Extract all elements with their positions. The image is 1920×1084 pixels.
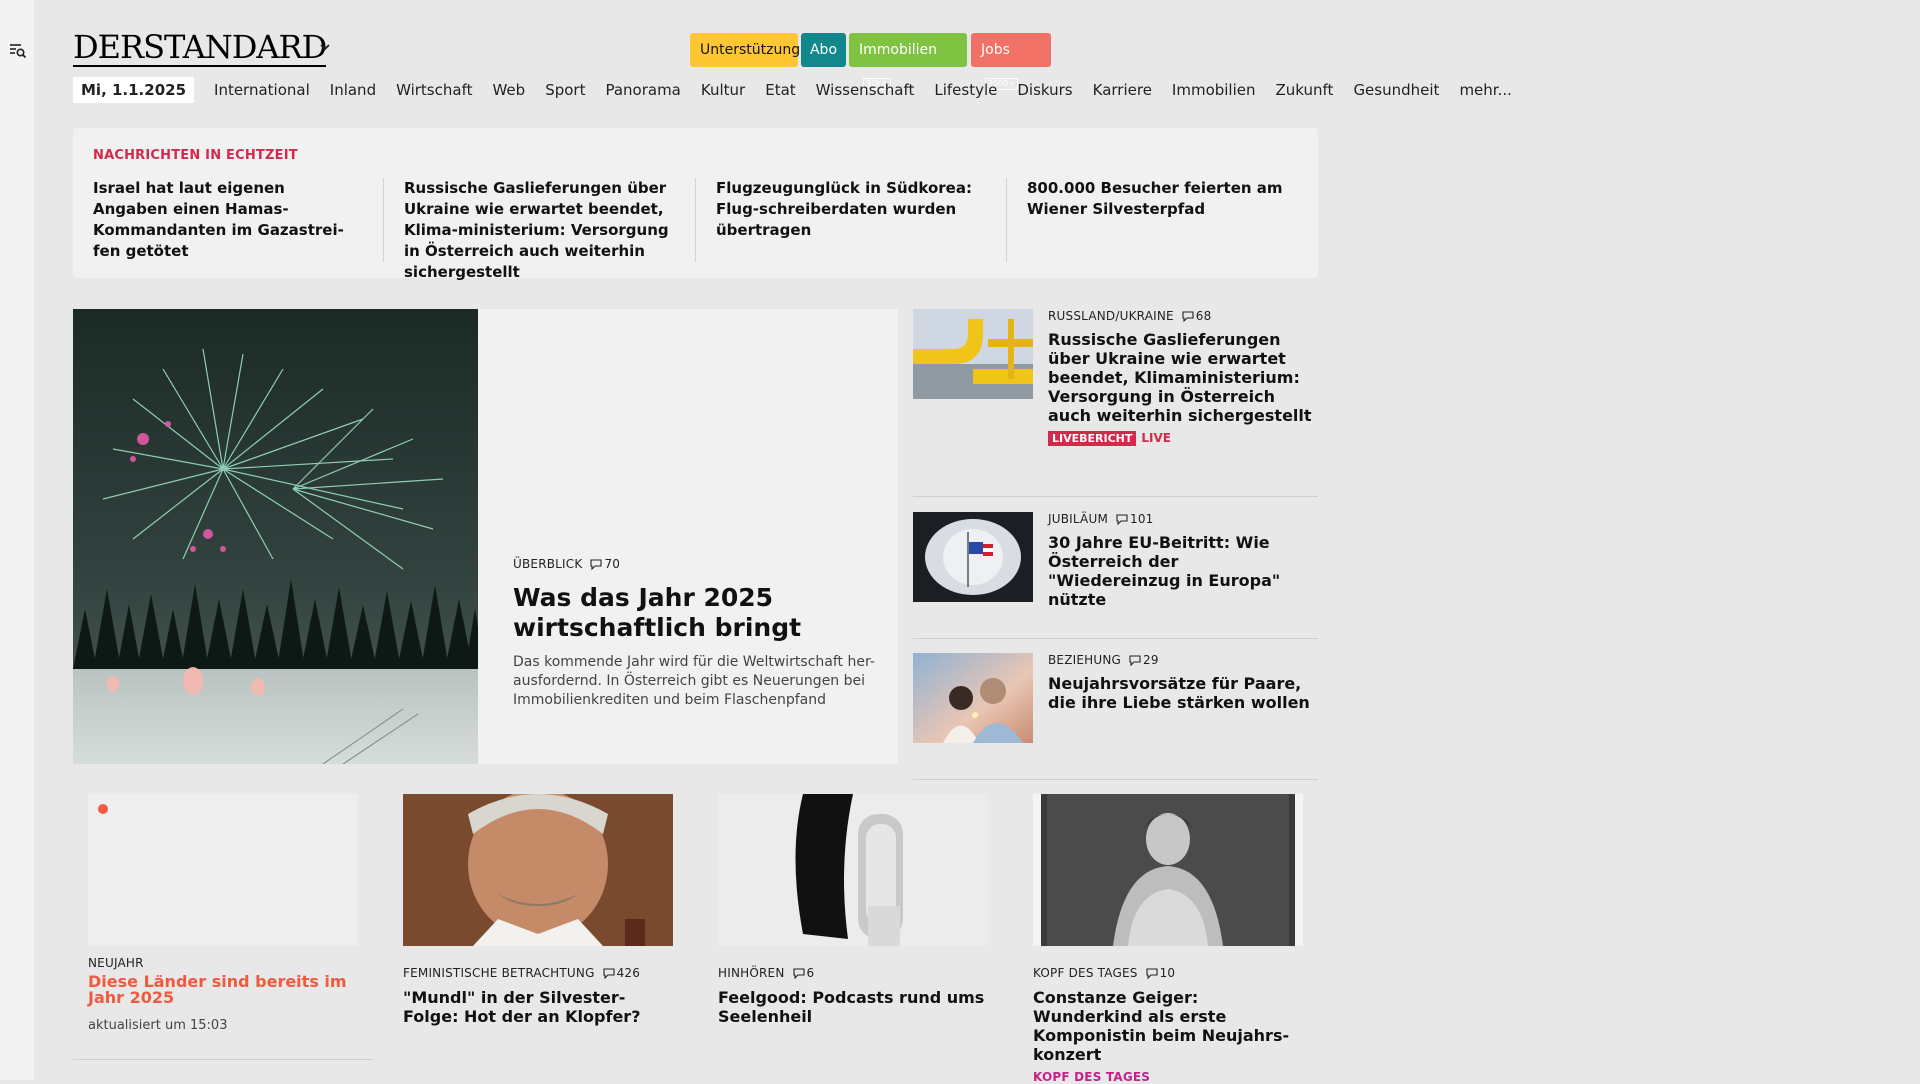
nav-item-diskurs[interactable]: Diskurs <box>1017 81 1072 99</box>
side-story[interactable]: RUSSLAND/UKRAINE 68 Russische Gaslieferu… <box>913 309 1318 497</box>
story-card[interactable]: KOPF DES TAGES 10 Constanze Geiger: Wund… <box>1033 794 1303 1084</box>
comment-icon <box>590 558 603 570</box>
divider <box>73 1059 373 1060</box>
nav-item-immobilien[interactable]: Immobilien <box>1172 81 1256 99</box>
comment-count[interactable]: 6 <box>792 966 815 980</box>
nav-item-lifestyle[interactable]: Lifestyle <box>934 81 997 99</box>
story-image-eu-flag[interactable] <box>913 512 1033 602</box>
nav-item-inland[interactable]: Inland <box>330 81 376 99</box>
current-date: Mi, 1.1.2025 <box>73 77 195 103</box>
nav-item-karriere[interactable]: Karriere <box>1093 81 1152 99</box>
jobs-button[interactable]: Jobs3000+ <box>971 33 1051 90</box>
story-card[interactable]: NEUJAHR Diese Länder sind bereits im Jah… <box>73 794 373 1060</box>
comment-count[interactable]: 101 <box>1116 512 1154 526</box>
abo-button[interactable]: Abo <box>801 33 846 67</box>
nav-item-international[interactable]: International <box>214 81 310 99</box>
comment-icon <box>603 967 615 979</box>
nav-item-sport[interactable]: Sport <box>545 81 585 99</box>
comment-icon <box>1146 967 1158 979</box>
card-headline[interactable]: "Mundl" in der Silvester-Folge: Hot der … <box>403 988 673 1026</box>
menu-search-icon[interactable] <box>9 42 27 60</box>
side-story-text: JUBILÄUM 101 30 Jahre EU-Beitritt: Wie Ö… <box>1048 512 1313 609</box>
comment-icon <box>1116 513 1128 525</box>
live-news-panel: NACHRICHTEN IN ECHTZEIT Israel hat laut … <box>73 128 1318 281</box>
divider <box>695 178 696 262</box>
nav-item-wirtschaft[interactable]: Wirtschaft <box>396 81 472 99</box>
nav-item-etat[interactable]: Etat <box>765 81 795 99</box>
chevron-down-icon[interactable] <box>318 40 332 54</box>
livebericht-badge: LIVEBERICHT <box>1048 431 1137 446</box>
story-image-placeholder[interactable] <box>88 794 358 946</box>
live-news-item[interactable]: 800.000 Besucher feierten am Wiener Silv… <box>1027 178 1297 220</box>
card-kicker: NEUJAHR <box>88 956 144 970</box>
hero-image-fireworks[interactable] <box>73 309 478 764</box>
left-rail <box>0 0 34 1080</box>
hero-teaser: Das kommende Jahr wird für die Weltwirts… <box>513 654 875 708</box>
nav-item-kultur[interactable]: Kultur <box>701 81 745 99</box>
side-story-text: RUSSLAND/UKRAINE 68 Russische Gaslieferu… <box>1048 309 1313 446</box>
card-headline[interactable]: Diese Länder sind bereits im Jahr 2025 <box>88 974 358 1006</box>
comment-count[interactable]: 68 <box>1182 309 1212 323</box>
divider <box>1006 178 1007 262</box>
card-headline[interactable]: Constanze Geiger: Wunderkind als erste K… <box>1033 988 1303 1064</box>
story-card[interactable]: HINHÖREN 6 Feelgood: Podcasts rund ums S… <box>718 794 988 1026</box>
nav-item-gesundheit[interactable]: Gesundheit <box>1353 81 1439 99</box>
live-news-item[interactable]: Israel hat laut eigenen Angaben einen Ha… <box>93 178 363 262</box>
nav-item-mehr[interactable]: mehr... <box>1459 81 1511 99</box>
story-image-engraving-portrait[interactable] <box>1033 794 1303 946</box>
comment-count[interactable]: 70 <box>590 557 620 571</box>
live-dot-icon <box>98 804 108 814</box>
comment-icon <box>1129 654 1141 666</box>
updated-time: aktualisiert um 15:03 <box>88 1018 228 1033</box>
live-label: LIVE <box>1141 431 1171 445</box>
hero-headline[interactable]: Was das Jahr 2025 wirtschaftlich bringt <box>513 583 883 643</box>
nav-item-zukunft[interactable]: Zukunft <box>1276 81 1334 99</box>
live-news-item[interactable]: Russische Gaslieferungen über Ukraine wi… <box>404 178 674 283</box>
card-headline[interactable]: Feelgood: Podcasts rund ums Seelenheil <box>718 988 988 1026</box>
side-story-headline[interactable]: Russische Gaslieferungen über Ukraine wi… <box>1048 330 1313 425</box>
side-story[interactable]: BEZIEHUNG 29 Neujahrsvorsätze für Paare,… <box>913 653 1318 780</box>
hero-story[interactable]: ÜBERBLICK 70 Was das Jahr 2025 wirtschaf… <box>73 309 898 764</box>
support-button[interactable]: Unterstützung <box>690 33 800 67</box>
story-image-microphone[interactable] <box>718 794 988 946</box>
card-kicker: FEMINISTISCHE BETRACHTUNG <box>403 966 595 980</box>
story-image-gas-pipeline[interactable] <box>913 309 1033 399</box>
side-story-headline[interactable]: Neujahrsvorsätze für Paare, die ihre Lie… <box>1048 674 1313 712</box>
divider <box>383 178 384 262</box>
section-label[interactable]: KOPF DES TAGES <box>1033 1070 1303 1084</box>
card-kicker: HINHÖREN <box>718 966 785 980</box>
story-card[interactable]: FEMINISTISCHE BETRACHTUNG 426 "Mundl" in… <box>403 794 673 1026</box>
live-news-item[interactable]: Flugzeugunglück in Südkorea: Flug-schrei… <box>716 178 986 241</box>
main-nav: Mi, 1.1.2025 International Inland Wirtsc… <box>73 76 1532 104</box>
card-kicker: KOPF DES TAGES <box>1033 966 1138 980</box>
story-image-couple[interactable] <box>913 653 1033 743</box>
comment-count[interactable]: 29 <box>1129 653 1159 667</box>
comment-count[interactable]: 426 <box>603 966 641 980</box>
comment-icon <box>792 967 805 979</box>
nav-item-panorama[interactable]: Panorama <box>605 81 680 99</box>
comment-count[interactable]: 10 <box>1146 966 1176 980</box>
side-story[interactable]: JUBILÄUM 101 30 Jahre EU-Beitritt: Wie Ö… <box>913 512 1318 639</box>
nav-item-wissenschaft[interactable]: Wissenschaft <box>816 81 915 99</box>
side-story-text: BEZIEHUNG 29 Neujahrsvorsätze für Paare,… <box>1048 653 1313 712</box>
nav-item-web[interactable]: Web <box>492 81 525 99</box>
site-logo[interactable]: DERSTANDARD <box>73 29 327 67</box>
side-story-headline[interactable]: 30 Jahre EU-Beitritt: Wie Österreich der… <box>1048 533 1313 609</box>
live-news-title: NACHRICHTEN IN ECHTZEIT <box>93 148 298 163</box>
story-image-portrait-man[interactable] <box>403 794 673 946</box>
hero-text: ÜBERBLICK 70 Was das Jahr 2025 wirtschaf… <box>513 557 883 710</box>
comment-icon <box>1182 310 1194 322</box>
hero-kicker: ÜBERBLICK 70 <box>513 557 621 571</box>
immobilien-button[interactable]: Immobilien30k+ <box>849 33 967 90</box>
